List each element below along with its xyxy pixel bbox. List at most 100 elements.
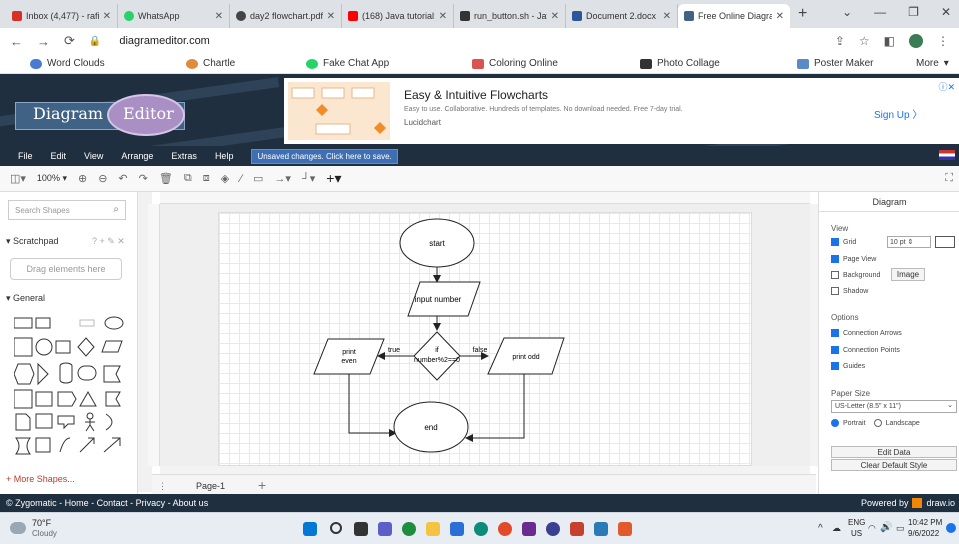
chevron-down-icon[interactable]: ⌄ [842,5,852,19]
print-even-node[interactable] [313,338,385,375]
shadow-checkbox[interactable] [831,287,839,295]
background-checkbox[interactable] [831,271,839,279]
format-panel-title[interactable]: Diagram [819,192,959,212]
menu-arrange[interactable]: Arrange [121,151,153,161]
edit-data-button[interactable]: Edit Data [831,446,957,458]
eclipse-icon[interactable] [546,522,560,536]
store-icon[interactable] [450,522,464,536]
paper-size-select[interactable]: US-Letter (8.5" x 11") ⌄ [831,400,957,413]
app-icon[interactable] [522,522,536,536]
background-image-button[interactable]: Image [891,268,925,281]
minimize-icon[interactable]: — [874,5,886,19]
connection-arrows-checkbox[interactable] [831,329,839,337]
close-icon[interactable]: ✕ [215,11,223,22]
fullscreen-icon[interactable]: ⛶ [945,172,953,185]
reload-icon[interactable]: ⟳ [64,33,75,49]
connection-points-option[interactable]: Connection Points [831,346,900,354]
browser-tab-whatsapp[interactable]: WhatsApp ✕ [118,4,230,28]
close-icon[interactable]: ✕ [551,11,559,22]
volume-icon[interactable]: 🔊 [880,522,892,533]
insert-icon[interactable]: +▾ [326,170,341,187]
menu-help[interactable]: Help [215,151,234,161]
profile-avatar[interactable] [909,34,923,48]
unsaved-changes-button[interactable]: Unsaved changes. Click here to save. [251,148,398,164]
office-icon[interactable] [498,522,512,536]
drag-elements-area[interactable]: Drag elements here [10,258,122,280]
git-icon[interactable] [618,522,632,536]
to-back-icon[interactable]: ⧈ [203,172,210,185]
ad-title[interactable]: Easy & Intuitive Flowcharts [404,88,548,102]
weather-temp[interactable]: 70°F [32,518,51,528]
menu-edit[interactable]: Edit [51,151,67,161]
delete-icon[interactable]: 🗑 [159,172,173,185]
bookmark-chartle[interactable]: Chartle [186,58,235,69]
language-indicator[interactable]: ENG [848,518,865,527]
redo-icon[interactable]: ↷ [139,172,148,185]
powered-by[interactable]: Powered by draw.io [861,498,959,508]
browser-tab-pdf[interactable]: day2 flowchart.pdf ✕ [230,4,342,28]
connection-points-checkbox[interactable] [831,346,839,354]
footer-links[interactable]: © Zygomatic - Home - Contact - Privacy -… [6,498,208,508]
bookmark-photo-collage[interactable]: Photo Collage [640,58,720,69]
grid-color-swatch[interactable] [935,236,955,248]
scratchpad-header[interactable]: ▾ Scratchpad [6,236,59,247]
maps-icon[interactable] [594,522,608,536]
format-panel-icon[interactable]: ◫▾ [10,172,26,185]
page-tab-1[interactable]: Page-1 [196,481,225,491]
page-view-checkbox[interactable] [831,255,839,263]
menu-file[interactable]: File [18,151,33,161]
background-option[interactable]: Background [831,271,880,279]
menu-extras[interactable]: Extras [171,151,197,161]
browser-tab-diagram[interactable]: Free Online Diagram✕ [678,4,790,28]
add-page-icon[interactable]: + [258,477,266,493]
decision-node[interactable] [413,331,461,381]
bookmark-fake-chat[interactable]: Fake Chat App [306,58,389,69]
edge-icon[interactable] [474,522,488,536]
chat-icon[interactable] [378,522,392,536]
start-icon[interactable] [303,522,317,536]
connection-icon[interactable]: →▾ [274,172,291,185]
bookmark-coloring[interactable]: Coloring Online [472,58,558,69]
network-tray-icon[interactable]: ☁ [832,523,841,534]
guides-checkbox[interactable] [831,362,839,370]
clear-default-style-button[interactable]: Clear Default Style [831,459,957,471]
language-flag-icon[interactable] [939,150,955,160]
connection-arrows-option[interactable]: Connection Arrows [831,329,902,337]
close-icon[interactable]: ✕ [327,11,335,22]
close-icon[interactable]: ✕ [103,11,111,22]
task-view-icon[interactable] [354,522,368,536]
grid-option[interactable]: Grid [831,238,856,246]
landscape-radio[interactable] [873,419,882,427]
bookmark-more[interactable]: More ▾ [916,58,949,69]
bookmark-word-clouds[interactable]: Word Clouds [30,58,105,69]
photos-icon[interactable] [570,522,584,536]
close-icon[interactable]: ✕ [776,11,784,22]
notification-badge[interactable] [946,523,956,533]
zoom-in-icon[interactable]: ⊕ [78,172,87,185]
portrait-radio[interactable] [831,419,839,427]
weather-icon[interactable] [10,522,26,534]
sidebar-icon[interactable]: ◧ [884,34,895,48]
close-icon[interactable]: ✕ [439,11,447,22]
menu-view[interactable]: View [84,151,103,161]
file-explorer-icon[interactable] [426,522,440,536]
star-icon[interactable]: ☆ [859,34,870,48]
grid-size-input[interactable]: 10 pt ⇕ [887,236,931,248]
search-icon[interactable] [330,522,342,534]
scratchpad-actions-icon[interactable]: ? + ✎ ✕ [92,236,125,247]
browser-tab-gmail[interactable]: Inbox (4,477) - rafi63✕ [6,4,118,28]
pages-menu-icon[interactable]: ⋮ [158,481,167,492]
zoom-out-icon[interactable]: ⊖ [98,172,107,185]
line-color-icon[interactable]: ∕ [240,173,242,185]
kebab-menu-icon[interactable]: ⋮ [937,34,949,48]
diagram-editor-logo[interactable]: Diagram Editor [15,94,185,136]
zoom-select[interactable]: 100% ▾ [37,173,67,184]
restore-icon[interactable]: ❐ [908,5,919,19]
general-header[interactable]: ▾ General [6,293,45,304]
url-field[interactable]: diagrameditor.com [119,35,210,47]
new-tab-button[interactable]: + [798,5,807,23]
grid-checkbox[interactable] [831,238,839,246]
wifi-icon[interactable]: ◠ [868,523,876,534]
search-shapes-input[interactable]: Search Shapes ⌕ [8,200,126,220]
canvas-vertical-scrollbar[interactable] [810,204,818,466]
